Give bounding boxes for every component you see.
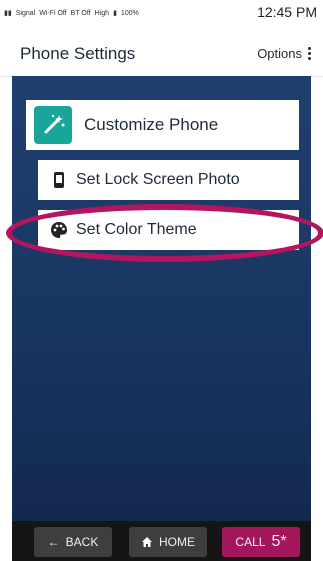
kebab-menu-icon: [308, 46, 311, 61]
home-icon: [142, 537, 152, 547]
set-color-theme-item[interactable]: Set Color Theme: [38, 210, 299, 250]
set-lock-screen-photo-item[interactable]: Set Lock Screen Photo: [38, 160, 299, 200]
options-button[interactable]: Options: [257, 46, 311, 61]
back-label: BACK: [65, 535, 99, 549]
home-button[interactable]: HOME: [129, 527, 207, 557]
bottom-navigation: ← BACK HOME CALL 5*: [12, 521, 311, 561]
page-title: Phone Settings: [20, 44, 136, 63]
customize-phone-item[interactable]: Customize Phone: [26, 100, 299, 150]
set-lock-screen-photo-label: Set Lock Screen Photo: [76, 171, 240, 188]
signal-icon: ▮▮: [4, 10, 12, 17]
call-button[interactable]: CALL 5*: [222, 527, 300, 557]
bluetooth-status: BT Off: [70, 9, 91, 17]
call-suffix: 5*: [271, 533, 287, 550]
call-label: CALL: [235, 535, 266, 549]
wifi-status: Wi-Fi Off: [39, 9, 67, 17]
phone-icon: [50, 171, 68, 189]
home-label: HOME: [159, 535, 195, 549]
arrow-left-icon: ←: [47, 535, 60, 549]
battery-level: 100%: [120, 9, 139, 17]
set-color-theme-label: Set Color Theme: [76, 221, 197, 238]
battery-icon: ▮: [113, 10, 117, 17]
back-button[interactable]: ← BACK: [34, 527, 112, 557]
signal-label: Signal: [15, 9, 36, 17]
clock: 12:45 PM: [257, 4, 317, 20]
magic-wand-icon: [34, 106, 72, 144]
options-label: Options: [257, 46, 302, 61]
volume-status: High: [94, 9, 110, 17]
palette-icon: [50, 221, 68, 239]
status-bar: ▮▮ Signal Wi-Fi Off BT Off High ▮ 100% 1…: [0, 0, 323, 26]
app-header: Phone Settings Options: [0, 26, 323, 77]
customize-phone-label: Customize Phone: [84, 115, 219, 134]
